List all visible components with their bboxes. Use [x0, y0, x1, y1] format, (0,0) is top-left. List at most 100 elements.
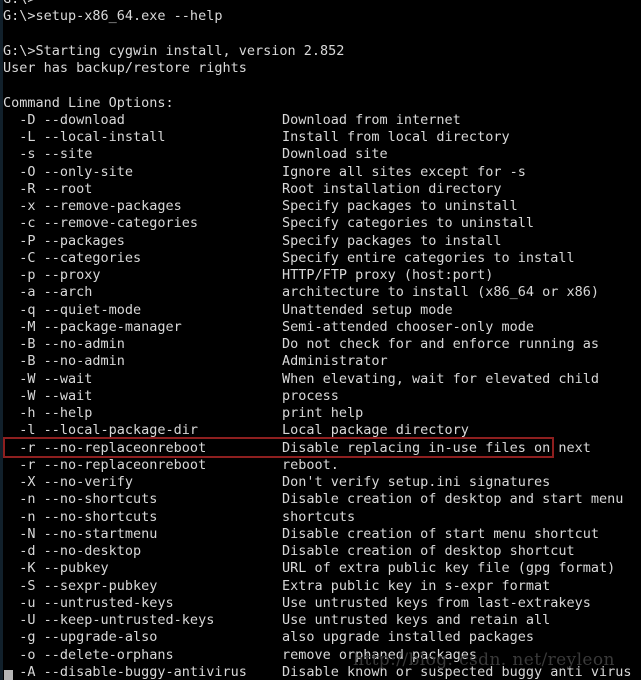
text-cursor [4, 670, 13, 680]
option-description: reboot. [282, 456, 339, 473]
option-row: -n --no-shortcuts shortcuts [3, 509, 641, 526]
option-flag: -B --no-admin [3, 353, 125, 370]
option-description: Disable creation of desktop and start me… [282, 491, 624, 508]
option-description: Semi-attended chooser-only mode [282, 318, 534, 335]
option-row: -x --remove-packages Specify packages to … [3, 198, 641, 215]
option-row: -M --package-manager Semi-attended choose… [3, 319, 641, 336]
option-description: print help [282, 405, 364, 421]
option-description: Download from internet [282, 111, 461, 128]
option-row: -d --no-desktop Disable creation of deskt… [3, 543, 641, 560]
option-flag: -p --proxy [3, 267, 101, 283]
option-row: -p --proxy HTTP/FTP proxy (host:port) [3, 267, 641, 284]
option-description: Disable replacing in-use files on next [282, 439, 591, 456]
option-row: -s --site Download site [3, 146, 641, 163]
option-description: Local package directory [282, 422, 469, 439]
option-row: -U --keep-untrusted-keys Use untrusted ke… [3, 612, 641, 629]
option-flag: -s --site [3, 146, 93, 163]
option-flag: -a --arch [3, 284, 93, 301]
option-flag: -x --remove-packages [3, 198, 182, 214]
option-flag: -B --no-admin [3, 336, 125, 352]
option-flag: -n --no-shortcuts [3, 508, 158, 525]
option-flag: -C --categories [3, 249, 142, 266]
option-row: -r --no-replaceonreboot Disable replacing… [3, 440, 641, 457]
option-description: Extra public key in s-expr format [282, 577, 551, 594]
terminal-window[interactable]: G:\> G:\>setup-x86_64.exe --help G:\>Sta… [0, 0, 641, 680]
option-description: Download site [282, 146, 388, 163]
option-row: -g --upgrade-also also upgrade installed … [3, 629, 641, 646]
option-row: -l --local-package-dir Local package dire… [3, 422, 641, 439]
option-row: -O --only-site Ignore all sites except fo… [3, 164, 641, 181]
option-flag: -q --quiet-mode [3, 301, 142, 318]
option-description: Disable creation of start menu shortcut [282, 525, 599, 542]
option-row: -N --no-startmenu Disable creation of sta… [3, 526, 641, 543]
option-row: -P --packages Specify packages to install [3, 233, 641, 250]
option-description: Specify categories to uninstall [282, 215, 534, 232]
option-flag: -R --root [3, 180, 93, 197]
option-row: -r --no-replaceonreboot reboot. [3, 457, 641, 474]
option-row: -W --wait When elevating, wait for elevat… [3, 371, 641, 388]
option-description: shortcuts [282, 508, 356, 525]
option-row: -c --remove-categories Specify categories… [3, 215, 641, 232]
option-row: -B --no-admin Administrator [3, 353, 641, 370]
option-description: Root installation directory [282, 180, 502, 197]
option-flag: -X --no-verify [3, 474, 134, 490]
option-description: process [282, 387, 339, 404]
option-row: -D --download Download from internet [3, 112, 641, 129]
option-flag: -W --wait [3, 387, 93, 404]
option-flag: -D --download [3, 111, 125, 128]
option-flag: -P --packages [3, 232, 125, 249]
option-flag: -l --local-package-dir [3, 422, 199, 439]
option-description: Specify packages to uninstall [282, 198, 518, 214]
option-description: Use untrusted keys from last-extrakeys [282, 594, 591, 611]
option-row: -W --wait process [3, 388, 641, 405]
option-flag: -S --sexpr-pubkey [3, 577, 158, 594]
option-description: Specify entire categories to install [282, 249, 575, 266]
console-text-buffer: G:\> G:\>setup-x86_64.exe --help G:\>Sta… [3, 0, 641, 680]
option-row: -h --help print help [3, 405, 641, 422]
prompt-command-line: G:\>setup-x86_64.exe --help [3, 8, 223, 25]
option-description: architecture to install (x86_64 or x86) [282, 284, 599, 301]
option-flag: -L --local-install [3, 129, 166, 145]
option-description: Administrator [282, 353, 388, 370]
option-flag: -O --only-site [3, 163, 134, 180]
options-section-header: Command Line Options: [3, 94, 174, 111]
option-flag: -U --keep-untrusted-keys [3, 612, 215, 628]
option-row: -K --pubkey URL of extra public key file … [3, 560, 641, 577]
option-description: Unattended setup mode [282, 301, 453, 318]
option-row: -C --categories Specify entire categories… [3, 250, 641, 267]
option-flag: -c --remove-categories [3, 215, 199, 232]
option-flag: -r --no-replaceonreboot [3, 456, 207, 473]
option-row: -u --untrusted-keys Use untrusted keys fr… [3, 595, 641, 612]
option-row: -B --no-admin Do not check for and enforc… [3, 336, 641, 353]
option-description: When elevating, wait for elevated child [282, 370, 599, 387]
option-description: Specify packages to install [282, 232, 502, 249]
option-description: also upgrade installed packages [282, 629, 534, 646]
option-description: URL of extra public key file (gpg format… [282, 560, 616, 577]
option-description: Ignore all sites except for -s [282, 163, 526, 180]
option-flag: -W --wait [3, 370, 93, 387]
option-flag: -n --no-shortcuts [3, 491, 158, 508]
option-flag: -h --help [3, 405, 93, 421]
option-flag: -g --upgrade-also [3, 629, 158, 646]
option-description: Disable creation of desktop shortcut [282, 543, 575, 559]
option-flag: -N --no-startmenu [3, 525, 158, 542]
option-description: Install from local directory [282, 129, 510, 145]
option-row: -R --root Root installation directory [3, 181, 641, 198]
option-row: -n --no-shortcuts Disable creation of des… [3, 491, 641, 508]
option-flag: -u --untrusted-keys [3, 594, 174, 611]
blog-watermark: http://blog. csdn. net/reyleon [353, 650, 615, 670]
install-start-line: G:\>Starting cygwin install, version 2.8… [3, 42, 345, 59]
option-flag: -r --no-replaceonreboot [3, 439, 207, 456]
option-description: Do not check for and enforce running as [282, 336, 599, 352]
user-rights-line: User has backup/restore rights [3, 60, 247, 76]
option-flag: -A --disable-buggy-antivirus [3, 663, 247, 680]
option-row: -S --sexpr-pubkey Extra public key in s-e… [3, 578, 641, 595]
option-row: -L --local-install Install from local dir… [3, 129, 641, 146]
command-line-options-list: -D --download Download from internet -L -… [3, 112, 641, 680]
option-row: -X --no-verify Don't verify setup.ini sig… [3, 474, 641, 491]
option-flag: -d --no-desktop [3, 543, 142, 559]
prompt-partial-top-line: G:\> [3, 0, 641, 8]
option-flag: -K --pubkey [3, 560, 109, 577]
